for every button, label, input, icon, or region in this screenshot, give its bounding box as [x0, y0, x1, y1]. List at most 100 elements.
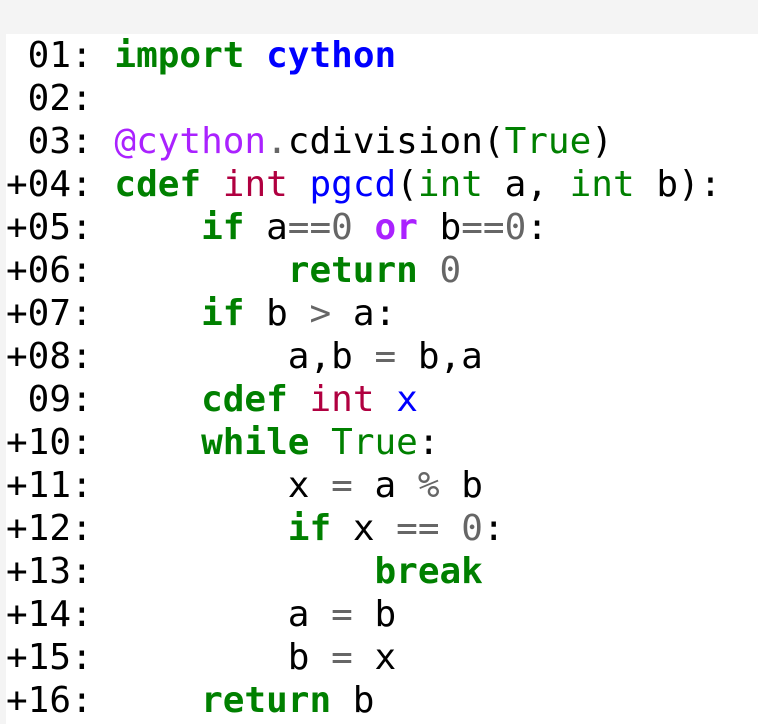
code-line: +14: a = b — [6, 593, 758, 636]
code-token: % — [417, 465, 440, 506]
code-token: while — [201, 422, 310, 463]
line-number: +05: — [6, 207, 93, 248]
code-token: = — [331, 637, 353, 678]
code-token: cdef — [114, 164, 202, 205]
line-number: 09: — [6, 379, 93, 420]
code-line: 09: cdef int x — [6, 378, 758, 421]
line-number: +13: — [6, 551, 93, 592]
code-token: : — [526, 207, 548, 248]
code-line: +10: while True: — [6, 421, 758, 464]
code-token: b — [439, 465, 483, 506]
code-token: a, — [482, 164, 570, 205]
code-token: 0 — [439, 250, 462, 291]
code-line: +12: if x == 0: — [6, 507, 758, 550]
line-number: +14: — [6, 594, 93, 635]
code-token: cdivision — [287, 121, 483, 162]
code-token: True — [331, 422, 418, 463]
line-number: 03: — [6, 121, 93, 162]
line-number: +10: — [6, 422, 93, 463]
code-token: b — [92, 637, 332, 678]
line-number: +12: — [6, 508, 93, 549]
line-number: +08: — [6, 336, 93, 377]
code-token: b — [417, 207, 462, 248]
code-token: a: — [331, 293, 397, 334]
code-token: if — [287, 508, 332, 549]
code-token: a — [244, 207, 288, 248]
code-token: or — [374, 207, 418, 248]
code-line: +13: break — [6, 550, 758, 593]
code-line: +15: b = x — [6, 636, 758, 679]
code-token: = — [331, 465, 353, 506]
code-line: +05: if a==0 or b==0: — [6, 206, 758, 249]
code-token: return — [287, 250, 418, 291]
code-token: @cython — [114, 121, 267, 162]
code-token: b — [244, 293, 310, 334]
code-line: 01: import cython — [6, 34, 758, 77]
code-token: True — [504, 121, 592, 162]
line-number: +15: — [6, 637, 93, 678]
code-token: import — [114, 35, 245, 76]
code-token: == — [461, 207, 505, 248]
code-token: = — [374, 336, 397, 377]
code-line: +06: return 0 — [6, 249, 758, 292]
code-token: == — [396, 508, 440, 549]
code-token: > — [309, 293, 332, 334]
line-number: +07: — [6, 293, 93, 334]
code-line: +07: if b > a: — [6, 292, 758, 335]
code-token: a — [352, 465, 418, 506]
code-token: x — [352, 637, 397, 678]
code-token: 0 — [504, 207, 527, 248]
code-token: . — [266, 121, 288, 162]
code-token: : — [417, 422, 440, 463]
code-token: if — [201, 293, 245, 334]
code-token: ) — [591, 121, 613, 162]
line-number: +11: — [6, 465, 93, 506]
code-token: a — [92, 594, 332, 635]
code-token: : — [482, 508, 505, 549]
code-line: +16: return b — [6, 679, 758, 722]
code-token: int — [569, 164, 635, 205]
code-line: 02: — [6, 77, 758, 120]
code-token: 0 — [331, 207, 353, 248]
code-token: int — [417, 164, 483, 205]
code-token: a,b — [92, 336, 375, 377]
line-number: 02: — [6, 78, 93, 119]
code-line: +04: cdef int pgcd(int a, int b): — [6, 163, 758, 206]
line-number: +04: — [6, 164, 93, 205]
code-token: int — [222, 164, 288, 205]
code-token: cdef — [201, 379, 288, 420]
code-token: == — [287, 207, 332, 248]
code-token: x — [396, 379, 418, 420]
code-token: break — [374, 551, 483, 592]
code-block: 01: import cython 02: 03: @cython.cdivis… — [6, 34, 758, 722]
code-token: ( — [482, 121, 505, 162]
code-token: b,a — [396, 336, 483, 377]
code-token: return — [201, 680, 332, 721]
code-token: x — [331, 508, 397, 549]
code-token: pgcd — [309, 164, 397, 205]
code-token: b): — [634, 164, 722, 205]
code-token: b — [352, 594, 397, 635]
code-token: b — [331, 680, 375, 721]
code-line: +08: a,b = b,a — [6, 335, 758, 378]
code-token: 0 — [461, 508, 483, 549]
code-token: = — [331, 594, 353, 635]
